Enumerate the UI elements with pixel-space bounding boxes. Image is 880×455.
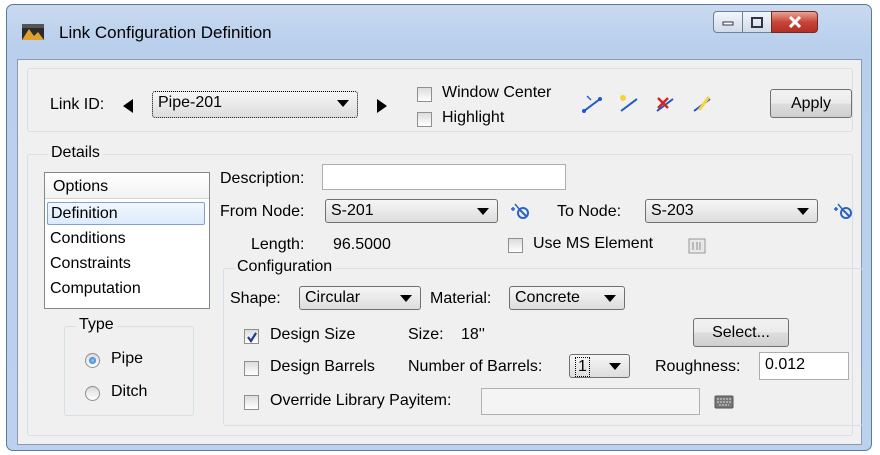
apply-button[interactable]: Apply xyxy=(770,89,852,118)
chevron-down-icon xyxy=(604,295,616,302)
options-item-definition[interactable]: Definition xyxy=(47,202,205,225)
maximize-icon xyxy=(751,16,763,28)
material-label: Material: xyxy=(430,290,492,307)
type-pipe-radio[interactable] xyxy=(85,353,100,368)
number-of-barrels-value: 1 xyxy=(575,357,590,377)
type-ditch-radio[interactable] xyxy=(85,386,100,401)
select-button-label: Select... xyxy=(712,324,770,341)
to-node-value: S-203 xyxy=(651,202,694,219)
use-ms-element-label: Use MS Element xyxy=(533,235,654,252)
shape-label: Shape: xyxy=(230,290,281,307)
type-group xyxy=(64,326,194,416)
material-dropdown[interactable]: Concrete xyxy=(509,286,625,310)
window-center-label: Window Center xyxy=(442,84,552,101)
list-item-label: Constraints xyxy=(50,255,131,272)
select-link-tool-icon[interactable] xyxy=(581,94,605,114)
select-button[interactable]: Select... xyxy=(693,318,789,347)
size-label: Size: xyxy=(408,326,444,343)
next-link-arrow-icon[interactable] xyxy=(377,99,387,113)
chevron-down-icon xyxy=(797,208,809,215)
list-item-label: Definition xyxy=(51,205,118,222)
window-center-checkbox[interactable] xyxy=(417,87,432,102)
options-list-header: Options xyxy=(45,173,209,199)
link-id-label: Link ID: xyxy=(50,96,105,113)
dialog-window: Link Configuration Definition Link ID: P… xyxy=(6,4,872,451)
options-item-computation[interactable]: Computation xyxy=(47,278,205,301)
close-button[interactable] xyxy=(771,11,818,33)
override-payitem-checkbox[interactable] xyxy=(244,395,259,410)
link-id-dropdown[interactable]: Pipe-201 xyxy=(152,91,358,118)
shape-dropdown[interactable]: Circular xyxy=(299,286,421,310)
roughness-label: Roughness: xyxy=(655,358,741,375)
description-input[interactable] xyxy=(322,164,566,190)
number-of-barrels-label: Number of Barrels: xyxy=(408,358,543,375)
element-info-icon[interactable] xyxy=(688,238,706,254)
close-icon xyxy=(788,16,801,28)
list-item-label: Computation xyxy=(50,280,141,297)
window-title: Link Configuration Definition xyxy=(59,23,272,42)
edit-link-tool-icon[interactable] xyxy=(691,94,715,114)
design-size-label: Design Size xyxy=(270,326,356,343)
override-payitem-label: Override Library Payitem: xyxy=(270,392,452,409)
previous-link-arrow-icon[interactable] xyxy=(123,99,133,113)
to-node-dropdown[interactable]: S-203 xyxy=(645,199,818,223)
material-value: Concrete xyxy=(515,289,580,306)
roughness-input[interactable]: 0.012 xyxy=(759,352,849,380)
from-node-dropdown[interactable]: S-201 xyxy=(325,199,498,223)
to-node-label: To Node: xyxy=(557,203,622,220)
design-size-checkbox[interactable] xyxy=(244,329,259,344)
chevron-down-icon xyxy=(609,363,621,370)
link-selection-group xyxy=(27,68,853,132)
checkmark-icon xyxy=(247,332,257,343)
highlight-label: Highlight xyxy=(442,109,505,126)
options-item-constraints[interactable]: Constraints xyxy=(47,253,205,276)
pick-from-node-icon[interactable] xyxy=(510,201,532,221)
type-group-label: Type xyxy=(76,316,117,334)
from-node-label: From Node: xyxy=(220,203,305,220)
dialog-body: Link ID: Pipe-201 Window Center Highligh… xyxy=(17,59,863,445)
shape-value: Circular xyxy=(305,289,361,306)
details-group-label: Details xyxy=(48,144,103,162)
design-barrels-checkbox[interactable] xyxy=(244,361,259,376)
length-label: Length: xyxy=(251,236,305,253)
radio-selected-dot xyxy=(89,357,96,364)
chevron-down-icon xyxy=(400,295,412,302)
link-id-value: Pipe-201 xyxy=(158,94,223,111)
description-label: Description: xyxy=(220,170,305,187)
from-node-value: S-201 xyxy=(331,202,374,219)
list-item-label: Conditions xyxy=(50,230,126,247)
configuration-group-label: Configuration xyxy=(234,258,336,276)
options-header-label: Options xyxy=(53,178,109,195)
minimize-icon xyxy=(722,21,734,26)
keyboard-icon[interactable] xyxy=(714,395,734,409)
minimize-button[interactable] xyxy=(713,11,743,33)
delete-link-tool-icon[interactable] xyxy=(654,94,678,114)
type-ditch-label: Ditch xyxy=(111,383,148,400)
chevron-down-icon xyxy=(337,100,349,107)
size-value: 18'' xyxy=(461,326,485,343)
number-of-barrels-dropdown[interactable]: 1 xyxy=(569,354,630,378)
design-barrels-label: Design Barrels xyxy=(270,358,375,375)
chevron-down-icon xyxy=(477,208,489,215)
type-pipe-label: Pipe xyxy=(111,350,144,367)
highlight-checkbox[interactable] xyxy=(417,112,432,127)
use-ms-element-checkbox[interactable] xyxy=(508,238,523,253)
override-payitem-input[interactable] xyxy=(481,388,700,415)
options-item-conditions[interactable]: Conditions xyxy=(47,228,205,251)
maximize-button[interactable] xyxy=(742,11,772,33)
apply-button-label: Apply xyxy=(790,95,832,112)
roughness-value: 0.012 xyxy=(765,356,806,373)
app-icon xyxy=(22,24,44,40)
pick-to-node-icon[interactable] xyxy=(833,201,855,221)
title-bar[interactable]: Link Configuration Definition xyxy=(7,5,871,57)
length-value: 96.5000 xyxy=(333,236,391,253)
options-list: Options Definition Conditions Constraint… xyxy=(44,172,210,309)
add-link-tool-icon[interactable] xyxy=(618,94,642,114)
